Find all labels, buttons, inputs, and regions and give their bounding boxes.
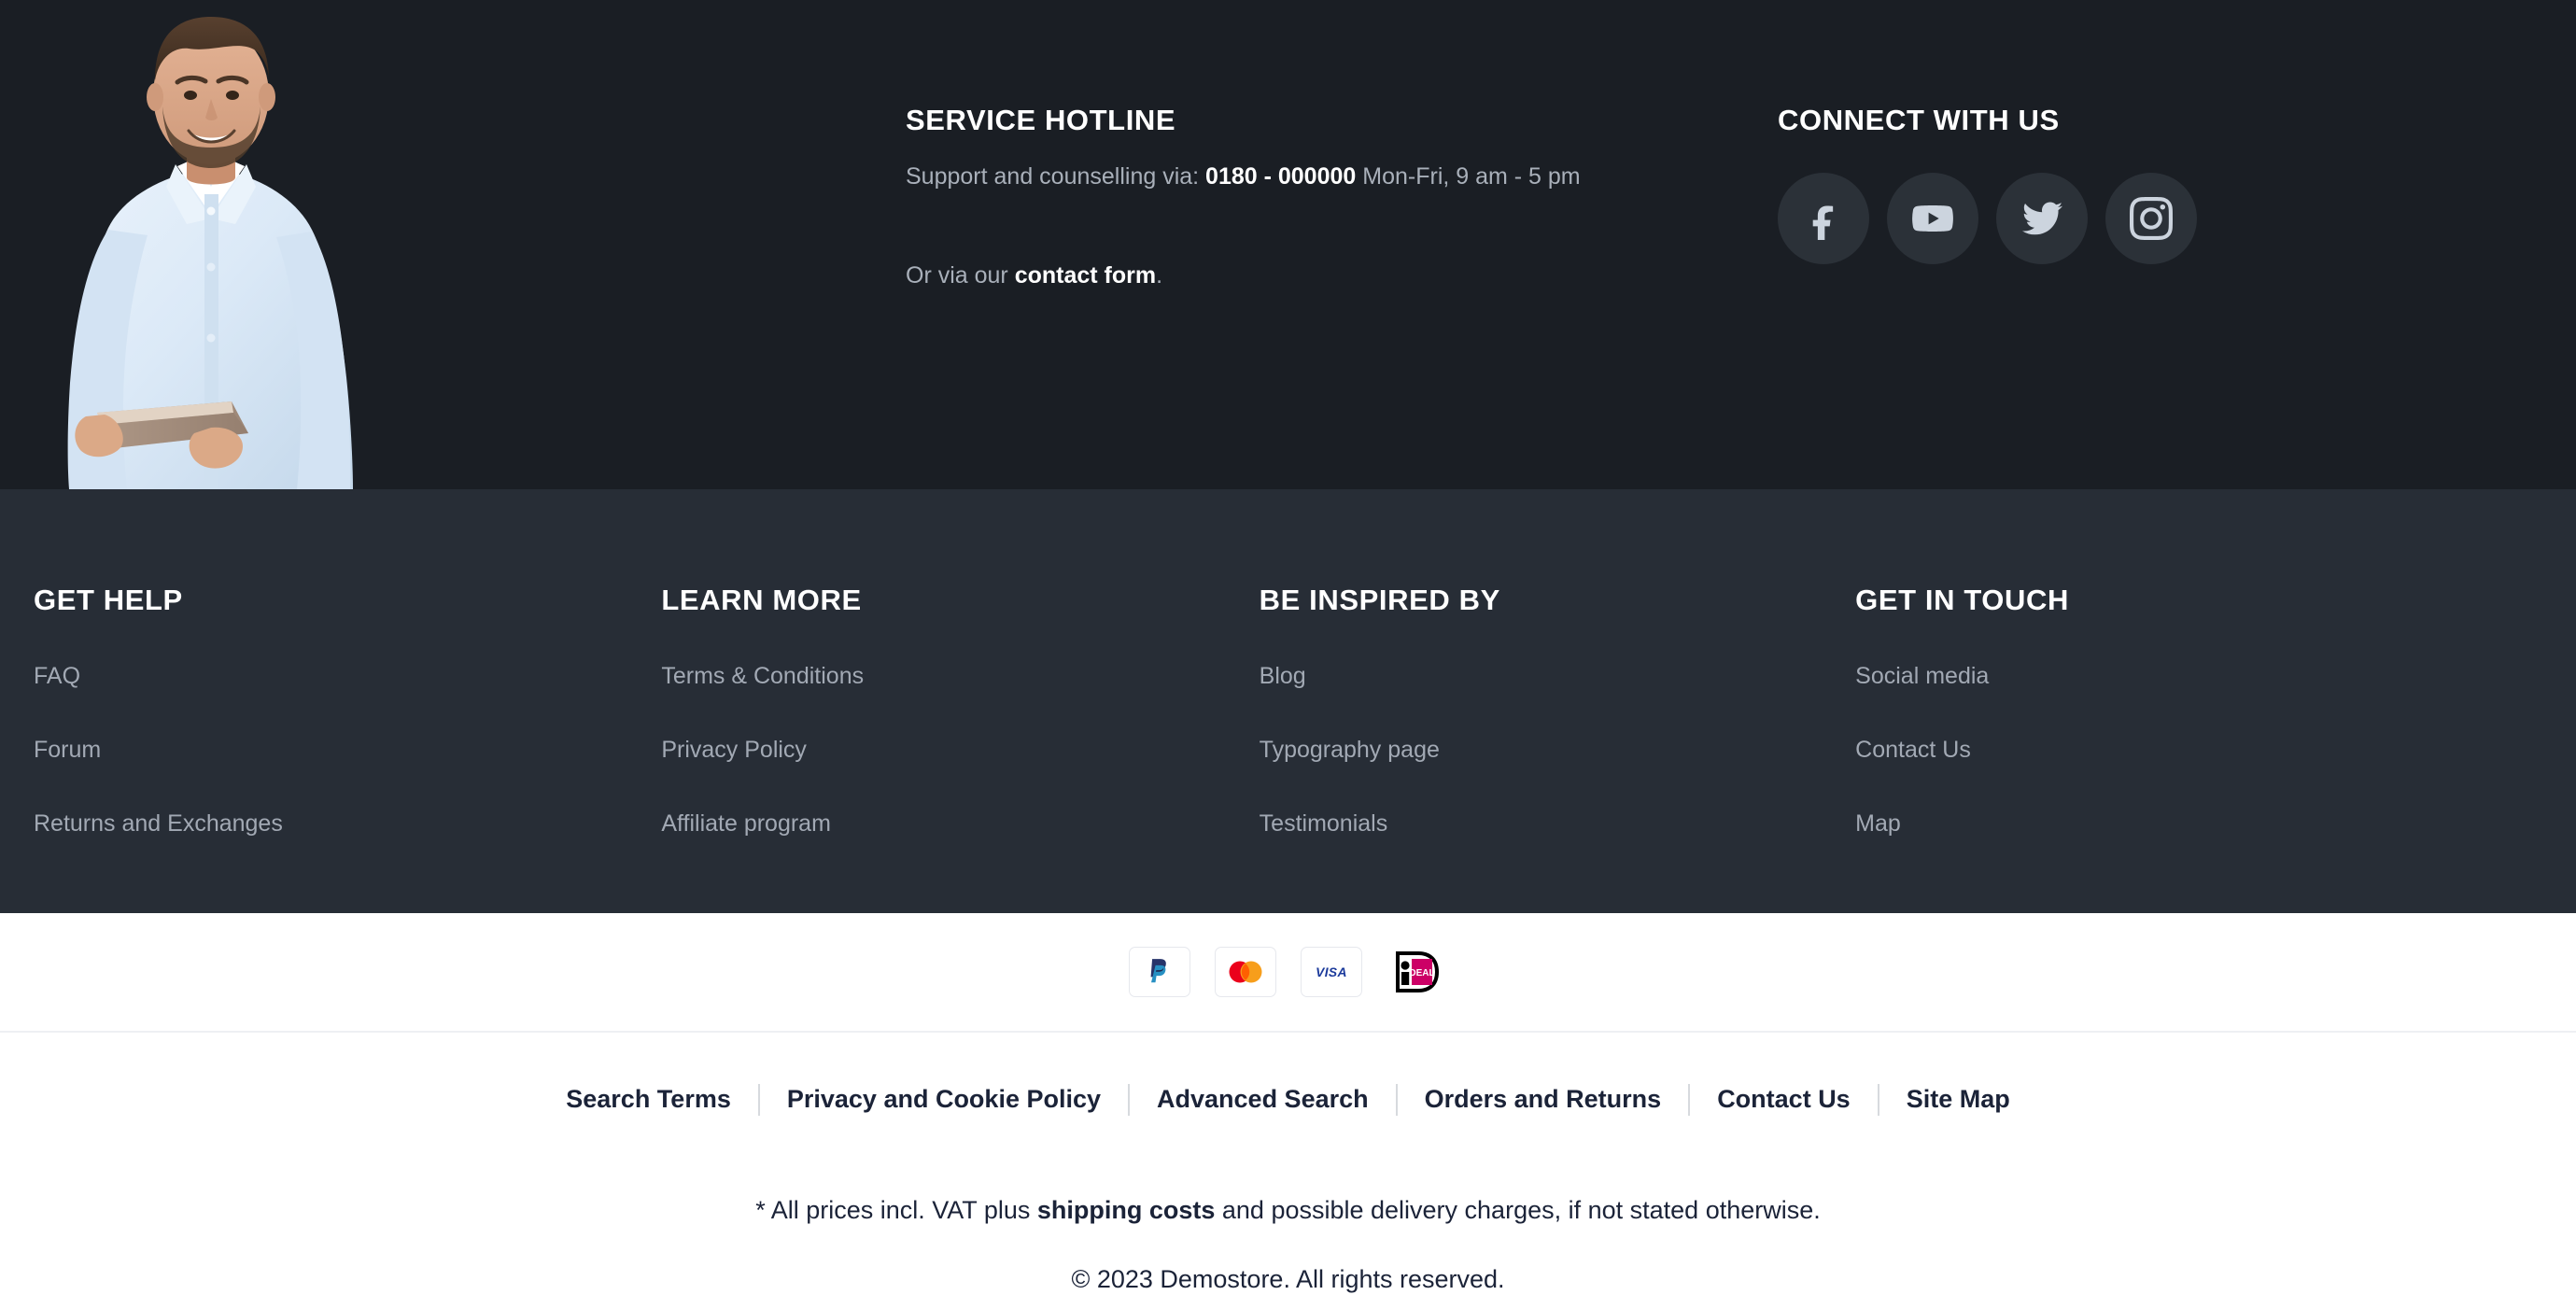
youtube-icon [1910, 196, 1955, 241]
shipping-costs-link[interactable]: shipping costs [1037, 1196, 1216, 1224]
footer-bottom-links: Search Terms Privacy and Cookie Policy A… [0, 1083, 2576, 1116]
footer-column-get-in-touch: GET IN TOUCH Social media Contact Us Map [1855, 583, 2368, 837]
hotline-phone-number: 0180 - 000000 [1205, 163, 1357, 190]
bottom-link-contact-us[interactable]: Contact Us [1690, 1083, 1878, 1116]
payment-method-visa: VISA [1300, 947, 1362, 997]
payment-methods-row: VISA DEAL [0, 913, 2576, 1031]
svg-text:VISA: VISA [1316, 965, 1347, 979]
vat-disclaimer-prefix: * All prices incl. VAT plus [755, 1196, 1037, 1224]
payment-method-ideal: DEAL [1386, 947, 1448, 997]
footer-link-typography-page[interactable]: Typography page [1260, 736, 1440, 764]
connect-with-us-block: CONNECT WITH US [1778, 103, 2431, 265]
svg-text:DEAL: DEAL [1409, 968, 1434, 978]
footer-link-columns: GET HELP FAQ Forum Returns and Exchanges… [34, 583, 2368, 837]
footer-link-map[interactable]: Map [1855, 809, 1901, 837]
footer-link-social-media[interactable]: Social media [1855, 662, 1989, 690]
social-link-instagram[interactable] [2105, 173, 2197, 265]
column-title-learn-more: LEARN MORE [661, 584, 862, 616]
mastercard-icon [1226, 960, 1265, 984]
contact-form-prefix: Or via our [906, 261, 1015, 289]
ideal-icon: DEAL [1393, 951, 1442, 992]
footer-link-testimonials[interactable]: Testimonials [1260, 809, 1388, 837]
footer-link-returns-and-exchanges[interactable]: Returns and Exchanges [34, 809, 283, 837]
footer-links-band: GET HELP FAQ Forum Returns and Exchanges… [0, 489, 2576, 913]
social-link-facebook[interactable] [1778, 173, 1869, 265]
service-hotline-title: SERVICE HOTLINE [906, 104, 1176, 136]
footer-link-privacy-policy[interactable]: Privacy Policy [661, 736, 807, 764]
contact-form-line: Or via our contact form. [906, 259, 1727, 294]
footer-link-forum[interactable]: Forum [34, 736, 101, 764]
bottom-link-advanced-search[interactable]: Advanced Search [1130, 1083, 1396, 1116]
payment-method-mastercard [1214, 947, 1276, 997]
social-links-row [1778, 173, 2431, 265]
vat-disclaimer: * All prices incl. VAT plus shipping cos… [0, 1193, 2576, 1229]
footer-link-blog[interactable]: Blog [1260, 662, 1306, 690]
twitter-icon [2020, 197, 2064, 241]
footer-column-be-inspired-by: BE INSPIRED BY Blog Typography page Test… [1260, 583, 1856, 837]
bottom-link-site-map[interactable]: Site Map [1879, 1083, 2037, 1116]
column-title-be-inspired-by: BE INSPIRED BY [1259, 584, 1500, 616]
contact-form-suffix: . [1156, 261, 1163, 289]
footer-link-contact-us[interactable]: Contact Us [1855, 736, 1971, 764]
footer-link-faq[interactable]: FAQ [34, 662, 80, 690]
vat-disclaimer-suffix: and possible delivery charges, if not st… [1215, 1196, 1821, 1224]
bottom-link-privacy-and-cookie-policy[interactable]: Privacy and Cookie Policy [760, 1083, 1128, 1116]
visa-icon: VISA [1310, 964, 1353, 980]
footer-link-terms-and-conditions[interactable]: Terms & Conditions [661, 662, 864, 690]
footer-top-band: SERVICE HOTLINE Support and counselling … [0, 0, 2576, 489]
support-agent-photo [28, 0, 420, 489]
payment-method-paypal [1128, 947, 1190, 997]
footer-column-get-help: GET HELP FAQ Forum Returns and Exchanges [34, 583, 661, 837]
column-title-get-in-touch: GET IN TOUCH [1855, 584, 2069, 616]
social-link-youtube[interactable] [1887, 173, 1978, 265]
bottom-link-orders-and-returns[interactable]: Orders and Returns [1398, 1083, 1689, 1116]
contact-form-link[interactable]: contact form [1015, 262, 1156, 289]
paypal-icon [1147, 958, 1173, 986]
column-title-get-help: GET HELP [34, 584, 183, 616]
copyright-text: © 2023 Demostore. All rights reserved. [1071, 1265, 1505, 1293]
hotline-prefix-text: Support and counselling via: [906, 163, 1206, 190]
footer-divider [0, 1031, 2576, 1033]
footer-link-affiliate-program[interactable]: Affiliate program [661, 809, 831, 837]
facebook-icon [1802, 197, 1845, 241]
service-hotline-block: SERVICE HOTLINE Support and counselling … [906, 103, 1727, 293]
footer-column-learn-more: LEARN MORE Terms & Conditions Privacy Po… [661, 583, 1259, 837]
social-link-twitter[interactable] [1996, 173, 2088, 265]
connect-with-us-title: CONNECT WITH US [1778, 104, 2060, 136]
hotline-hours-text: Mon-Fri, 9 am - 5 pm [1356, 163, 1581, 190]
service-hotline-availability: Support and counselling via: 0180 - 0000… [906, 160, 1727, 195]
bottom-link-search-terms[interactable]: Search Terms [539, 1083, 758, 1116]
instagram-icon [2130, 197, 2173, 241]
